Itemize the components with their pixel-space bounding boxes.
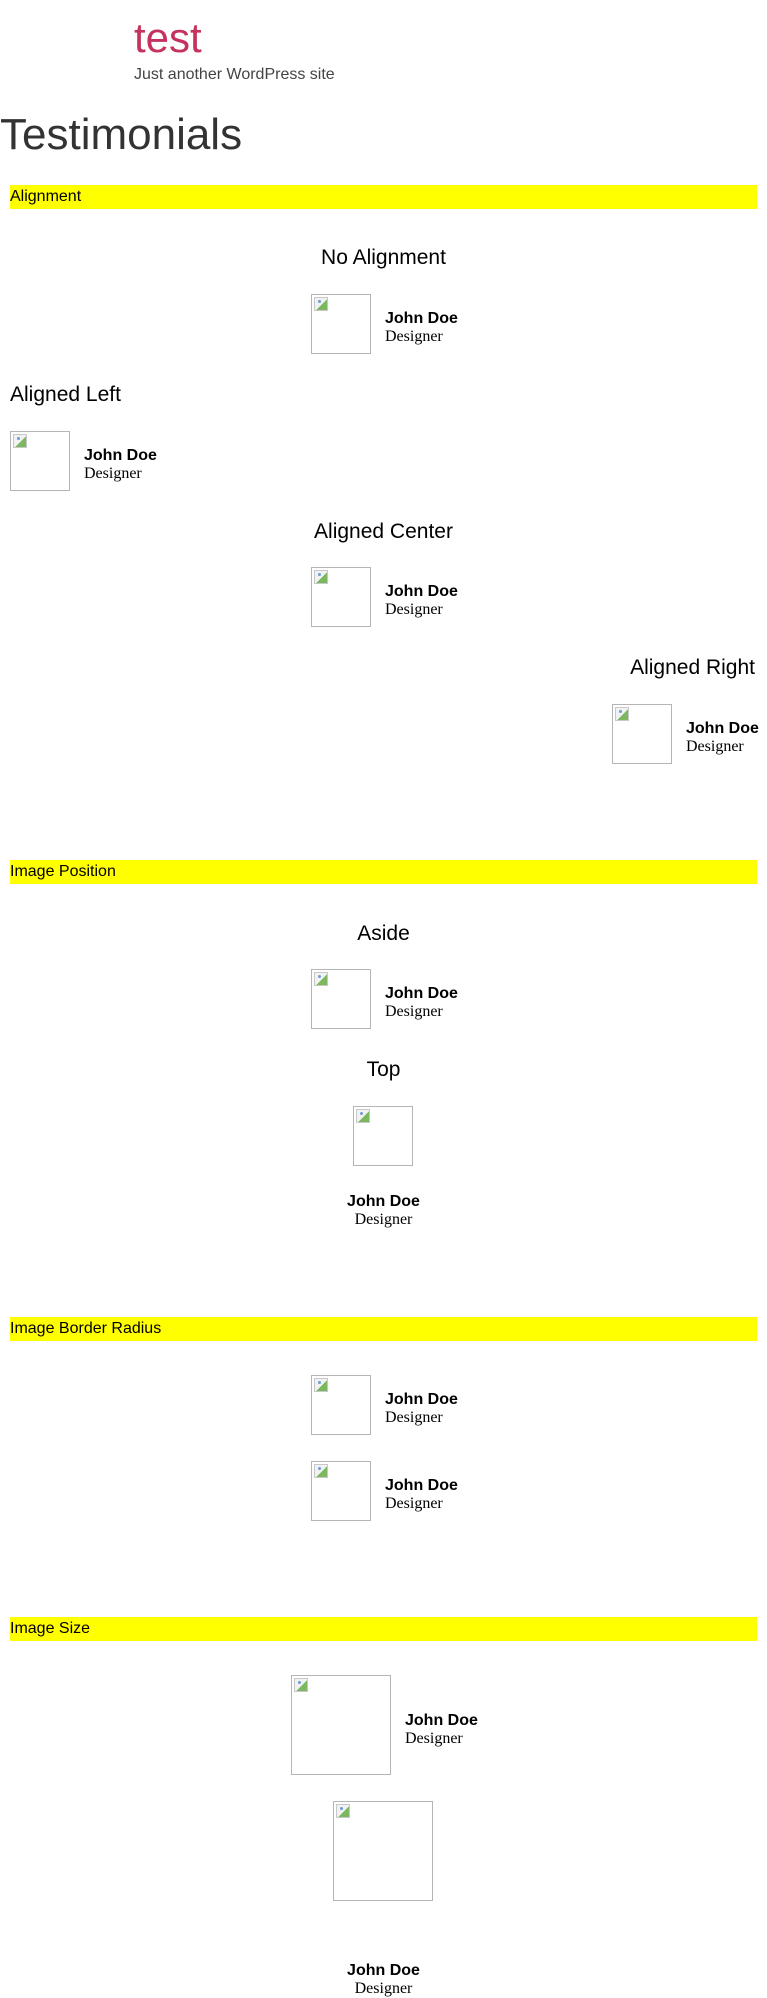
testimonial-name: John Doe <box>84 447 157 464</box>
testimonial-role: Designer <box>385 1003 443 1020</box>
testimonial-image <box>311 567 371 627</box>
broken-image-icon <box>314 972 328 986</box>
testimonial-role: Designer <box>84 465 142 482</box>
testimonial-name: John Doe <box>405 1712 478 1729</box>
testimonial-role: Designer <box>405 1730 463 1747</box>
testimonial-image <box>311 969 371 1029</box>
section-bar-image-position: Image Position <box>10 860 757 884</box>
testimonial-name: John Doe <box>347 1193 420 1210</box>
testimonial-image <box>291 1675 391 1775</box>
page-title: Testimonials <box>0 110 243 159</box>
heading-aside: Aside <box>357 922 410 945</box>
testimonial-image <box>311 1461 371 1521</box>
section-bar-alignment: Alignment <box>10 185 757 209</box>
heading-aligned-center: Aligned Center <box>314 520 453 543</box>
testimonial-image <box>612 704 672 764</box>
site-title-link[interactable]: test <box>134 10 202 66</box>
testimonial-image <box>353 1106 413 1166</box>
testimonial-name: John Doe <box>347 1962 420 1979</box>
section-bar-image-size: Image Size <box>10 1617 757 1641</box>
broken-image-icon <box>314 1378 328 1392</box>
testimonial-image <box>10 431 70 491</box>
broken-image-icon <box>294 1678 308 1692</box>
testimonial-role: Designer <box>385 328 443 345</box>
testimonial-image <box>311 294 371 354</box>
site-tagline: Just another WordPress site <box>134 66 335 83</box>
testimonial-name: John Doe <box>385 1477 458 1494</box>
heading-no-alignment: No Alignment <box>321 246 446 269</box>
testimonial-role: Designer <box>385 1409 443 1426</box>
testimonial-image <box>333 1801 433 1901</box>
testimonial-name: John Doe <box>385 1391 458 1408</box>
heading-aligned-right: Aligned Right <box>630 656 755 679</box>
testimonial-role: Designer <box>354 1980 413 1997</box>
testimonial-name: John Doe <box>686 720 759 737</box>
testimonial-role: Designer <box>385 1495 443 1512</box>
testimonial-image <box>311 1375 371 1435</box>
broken-image-icon <box>314 297 328 311</box>
testimonial-name: John Doe <box>385 583 458 600</box>
heading-top: Top <box>366 1058 401 1081</box>
broken-image-icon <box>13 434 27 448</box>
testimonial-name: John Doe <box>385 310 458 327</box>
section-bar-image-border-radius: Image Border Radius <box>10 1317 757 1341</box>
testimonial-role: Designer <box>354 1211 413 1228</box>
broken-image-icon <box>356 1109 370 1123</box>
broken-image-icon <box>314 1464 328 1478</box>
testimonial-name: John Doe <box>385 985 458 1002</box>
broken-image-icon <box>314 570 328 584</box>
heading-aligned-left: Aligned Left <box>10 383 121 406</box>
testimonial-role: Designer <box>385 601 443 618</box>
broken-image-icon <box>615 707 629 721</box>
testimonial-role: Designer <box>686 738 744 755</box>
broken-image-icon <box>336 1804 350 1818</box>
